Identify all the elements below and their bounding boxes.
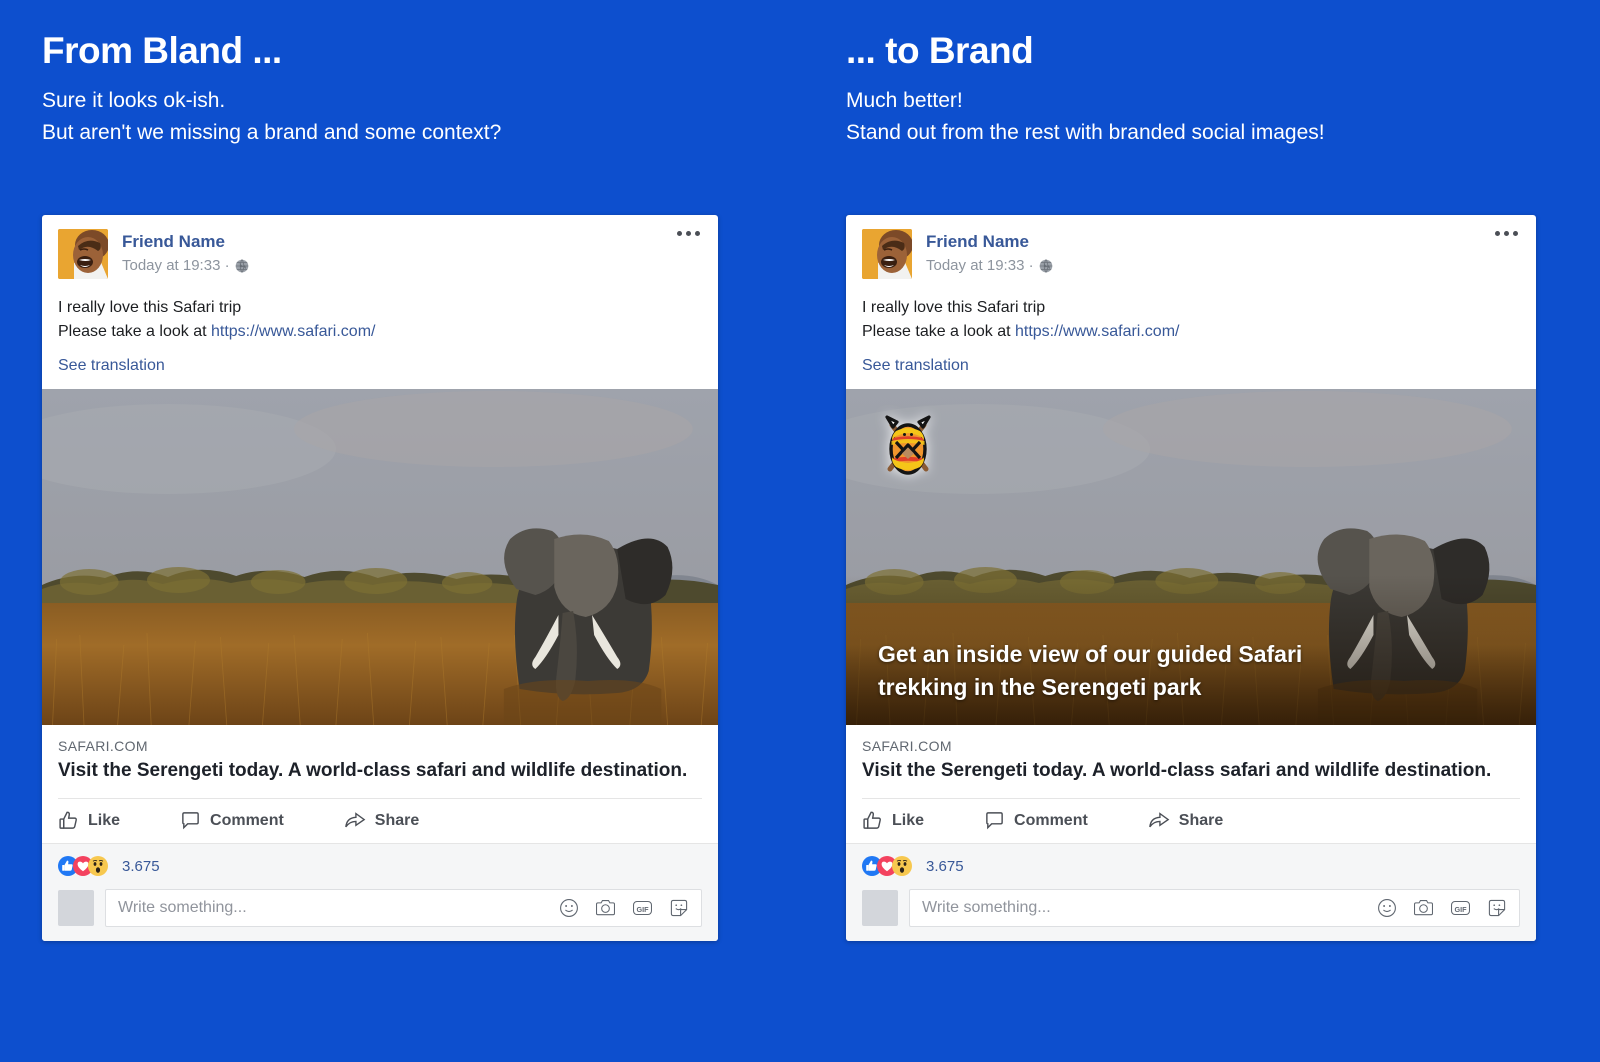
share-arrow-icon (1148, 810, 1170, 831)
comment-button[interactable]: Comment (984, 810, 1088, 831)
share-button[interactable]: Share (344, 810, 419, 831)
facebook-post-card-branded: Friend Name Today at 19:33 · I really lo… (846, 215, 1536, 942)
link-preview-title: Visit the Serengeti today. A world-class… (862, 760, 1492, 782)
more-options-icon[interactable] (1495, 231, 1518, 236)
post-text: I really love this Safari trip Please ta… (846, 279, 1536, 343)
avatar[interactable] (58, 229, 108, 279)
comment-icon-group: GIF (1377, 898, 1507, 918)
link-preview[interactable]: SAFARI.COM Visit the Serengeti today. A … (846, 725, 1536, 798)
post-footer: 3.675 Write something... GIF (42, 843, 718, 942)
camera-icon[interactable] (1413, 898, 1434, 918)
column-brand: ... to Brand Much better! Stand out from… (846, 0, 1600, 148)
facebook-post-card-plain: Friend Name Today at 19:33 · I really lo… (42, 215, 718, 942)
comment-input-box[interactable]: Write something... GIF (105, 889, 702, 928)
current-user-avatar (58, 890, 94, 927)
column-subtitle-line1-brand: Much better! (846, 89, 963, 112)
post-header-branded: Friend Name Today at 19:33 · (846, 215, 1536, 279)
post-text-line1: I really love this Safari trip (58, 299, 242, 316)
post-url-link[interactable]: https://www.safari.com/ (211, 323, 376, 340)
gif-icon[interactable]: GIF (1450, 898, 1471, 918)
comment-label: Comment (210, 811, 284, 829)
link-preview-domain: SAFARI.COM (862, 738, 952, 755)
wow-reaction-icon (892, 856, 912, 877)
image-overlay-caption: Get an inside view of our guided Safari … (878, 638, 1496, 703)
share-label: Share (1178, 811, 1224, 829)
sticker-icon[interactable] (669, 898, 689, 918)
column-title-bland: From Bland ... (42, 30, 282, 71)
like-button[interactable]: Like (862, 810, 924, 831)
post-url-link[interactable]: https://www.safari.com/ (1015, 323, 1180, 340)
post-actions: Like Comment Share (58, 798, 702, 843)
column-subtitle-line2-bland: But aren't we missing a brand and some c… (42, 120, 502, 144)
post-timestamp: Today at 19:33 · (122, 257, 249, 274)
post-header-meta: Friend Name Today at 19:33 · (122, 229, 249, 274)
column-subtitle-line1-bland: Sure it looks ok-ish. (42, 89, 226, 112)
like-label: Like (88, 811, 121, 829)
post-timestamp: Today at 19:33 · (926, 257, 1053, 274)
post-text-line2: Please take a look at https://www.safari… (862, 320, 1520, 344)
gif-icon[interactable]: GIF (632, 898, 653, 918)
comment-input-box[interactable]: Write something... GIF (909, 889, 1520, 928)
emoji-icon[interactable] (1377, 898, 1397, 918)
share-arrow-icon (344, 810, 366, 831)
reaction-count: 3.675 (926, 857, 964, 875)
post-text-line2: Please take a look at https://www.safari… (58, 320, 702, 344)
svg-text:GIF: GIF (636, 905, 649, 914)
column-subtitle-line2-brand: Stand out from the rest with branded soc… (846, 120, 1325, 144)
post-timestamp-text: Today at 19:33 · (926, 257, 1034, 275)
like-button[interactable]: Like (58, 810, 120, 831)
sticker-icon[interactable] (1487, 898, 1507, 918)
globe-icon (235, 258, 249, 273)
post-text-line2-prefix: Please take a look at (58, 322, 211, 340)
post-header: Friend Name Today at 19:33 · (42, 215, 718, 279)
comment-compose-row: Write something... GIF (862, 889, 1520, 928)
thumbs-up-icon (58, 810, 79, 831)
image-overlay-caption-line2: trekking in the Serengeti park (878, 673, 1202, 700)
like-label: Like (892, 811, 925, 829)
thumbs-up-icon (862, 810, 883, 831)
link-preview-title: Visit the Serengeti today. A world-class… (58, 760, 688, 782)
post-photo-branded[interactable]: Get an inside view of our guided Safari … (846, 389, 1536, 726)
post-text: I really love this Safari trip Please ta… (42, 279, 718, 343)
column-bland: From Bland ... Sure it looks ok-ish. But… (42, 0, 802, 148)
post-text-line1: I really love this Safari trip (862, 299, 1046, 316)
post-footer: 3.675 Write something... GIF (846, 843, 1536, 942)
share-button[interactable]: Share (1148, 810, 1223, 831)
emoji-icon[interactable] (559, 898, 579, 918)
reactions-row[interactable]: 3.675 (862, 856, 1520, 877)
comment-button[interactable]: Comment (180, 810, 284, 831)
comment-icon-group: GIF (559, 898, 689, 918)
comment-compose-row: Write something... GIF (58, 889, 702, 928)
reactions-row[interactable]: 3.675 (58, 856, 702, 877)
speech-bubble-icon (984, 810, 1005, 831)
post-header-meta: Friend Name Today at 19:33 · (926, 229, 1053, 274)
wow-reaction-icon (88, 856, 108, 877)
globe-icon (1039, 258, 1053, 273)
comment-placeholder: Write something... (922, 899, 1051, 917)
column-title-brand: ... to Brand (846, 30, 1034, 71)
safari-shield-spears-logo (872, 411, 944, 483)
camera-icon[interactable] (595, 898, 616, 918)
link-preview-domain: SAFARI.COM (58, 738, 148, 755)
post-photo-plain[interactable] (42, 389, 718, 726)
post-author-name[interactable]: Friend Name (926, 232, 1053, 252)
comment-placeholder: Write something... (118, 899, 247, 917)
speech-bubble-icon (180, 810, 201, 831)
see-translation-link[interactable]: See translation (846, 343, 985, 389)
post-author-name[interactable]: Friend Name (122, 232, 249, 252)
post-timestamp-text: Today at 19:33 · (122, 257, 230, 275)
page-root: From Bland ... Sure it looks ok-ish. But… (0, 0, 1600, 1062)
comment-label: Comment (1014, 811, 1088, 829)
more-options-icon[interactable] (677, 231, 700, 236)
reaction-count: 3.675 (122, 857, 160, 875)
avatar[interactable] (862, 229, 912, 279)
post-text-line2-prefix: Please take a look at (862, 322, 1015, 340)
svg-text:GIF: GIF (1454, 905, 1467, 914)
see-translation-link[interactable]: See translation (42, 343, 181, 389)
link-preview[interactable]: SAFARI.COM Visit the Serengeti today. A … (42, 725, 718, 798)
post-actions: Like Comment Share (862, 798, 1520, 843)
share-label: Share (374, 811, 420, 829)
image-overlay-caption-line1: Get an inside view of our guided Safari (878, 641, 1303, 668)
current-user-avatar (862, 890, 898, 927)
